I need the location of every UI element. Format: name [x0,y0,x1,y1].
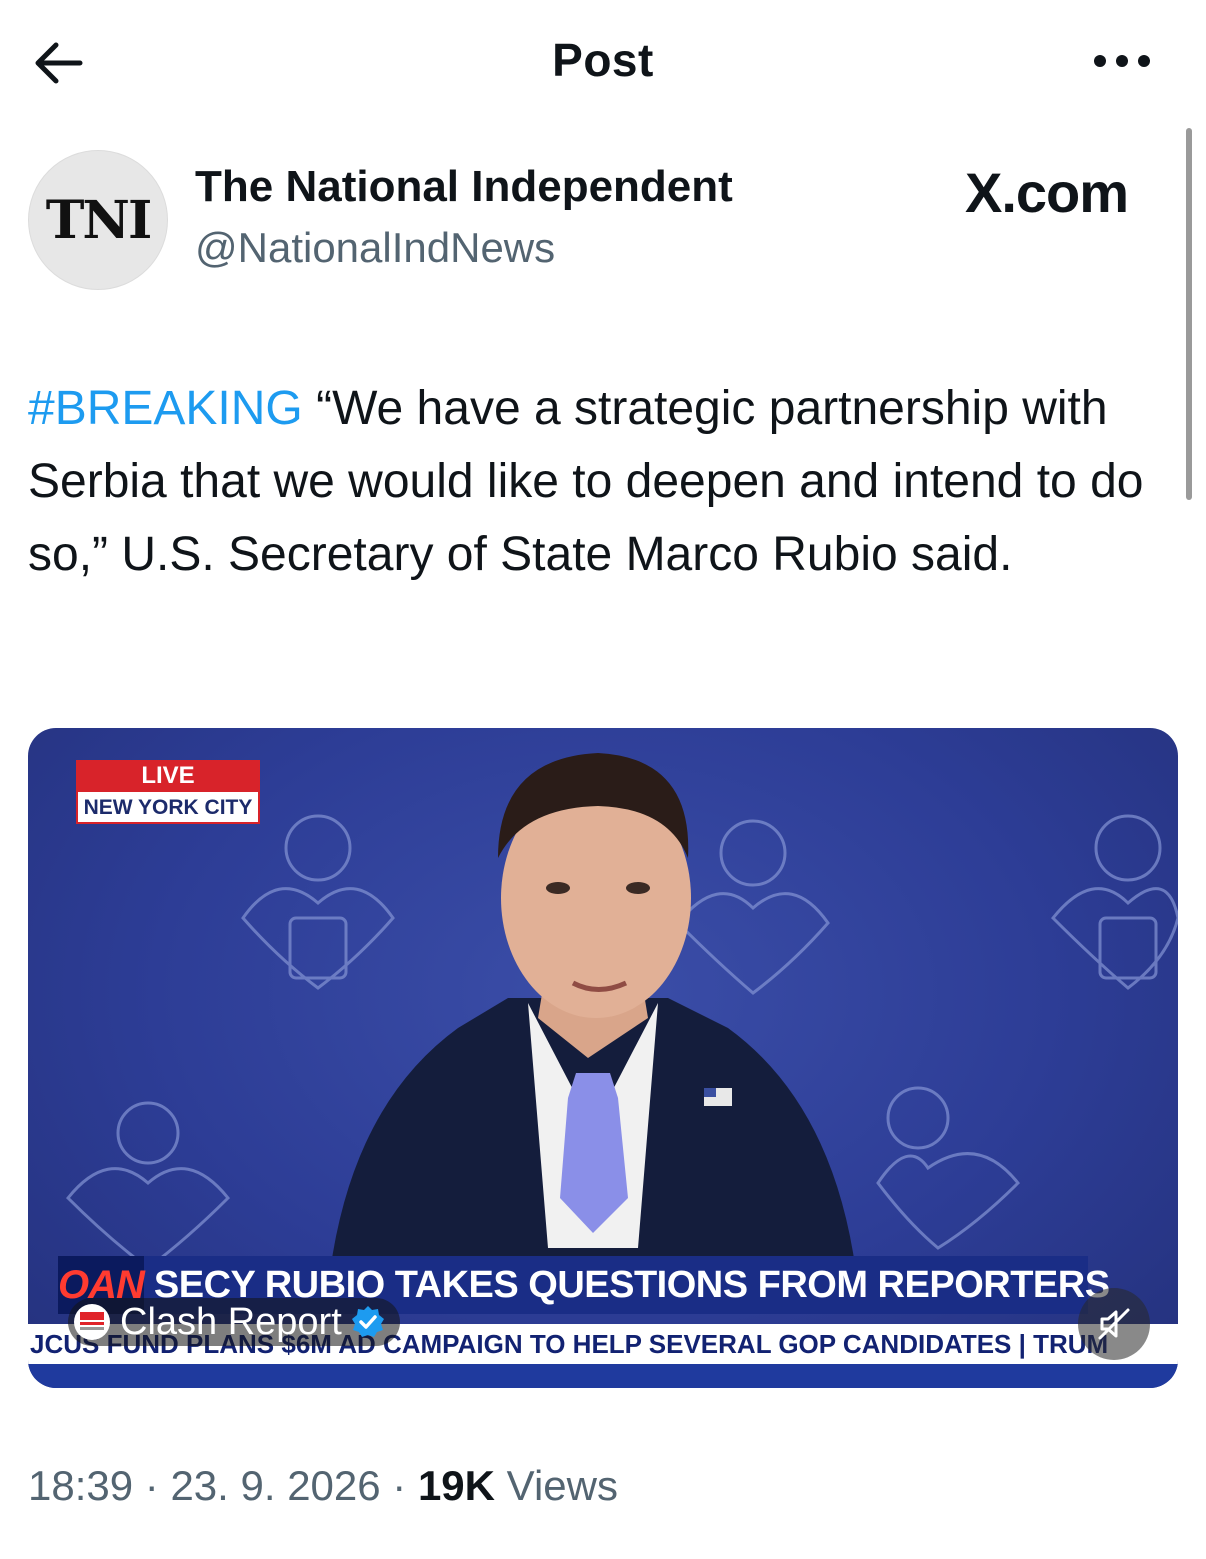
meta-separator-2: · [380,1462,418,1509]
live-label: LIVE [76,760,260,792]
avatar[interactable]: TNI [28,150,168,290]
top-bar: Post [0,0,1206,125]
post-date: 23. 9. 2026 [170,1462,381,1509]
author-handle[interactable]: @NationalIndNews [195,224,555,272]
clash-report-logo-icon [74,1304,110,1340]
speaker-muted-icon[interactable] [1078,1288,1150,1360]
more-horizontal-icon[interactable] [1092,46,1152,76]
post-time: 18:39 [28,1462,134,1509]
brand-watermark: X.com [965,161,1129,224]
views-label: Views [495,1462,618,1509]
views-count: 19K [417,1462,496,1509]
video-player[interactable]: LIVE NEW YORK CITY OAN SECY RUBIO TAKES … [28,728,1178,1388]
page-title: Post [552,34,654,86]
tweet-text: #BREAKING “We have a strategic partnersh… [28,372,1178,591]
verified-badge-icon [351,1306,384,1337]
location-label: NEW YORK CITY [76,792,260,824]
media-source-chip[interactable]: Clash Report [68,1298,400,1346]
ticker-bar [28,1364,1178,1388]
meta-separator: · [133,1462,171,1509]
source-name: Clash Report [120,1300,342,1343]
hashtag-link[interactable]: #BREAKING [28,382,303,435]
live-indicator: LIVE NEW YORK CITY [76,760,260,824]
author-name[interactable]: The National Independent [195,162,733,212]
post-meta: 18:39 · 23. 9. 2026 · 19K Views [28,1462,618,1510]
scrollbar[interactable] [1186,128,1192,500]
